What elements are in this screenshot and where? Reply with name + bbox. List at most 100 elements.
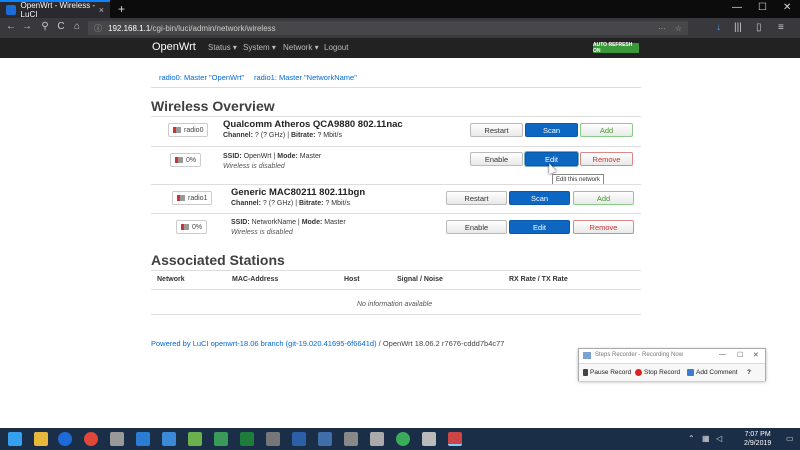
taskbar-clock[interactable]: 7:07 PM 2/9/2019 — [744, 430, 771, 448]
col-signal-noise: Signal / Noise — [397, 276, 443, 283]
radio-tabs: radio0: Master "OpenWrt" radio1: Master … — [151, 68, 641, 88]
app-icon[interactable] — [110, 432, 124, 446]
browser-tab[interactable]: OpenWrt - Wireless - LuCI × — [0, 0, 110, 18]
steps-toolbar: Pause Record Stop Record Add Comment ? — [579, 363, 765, 381]
tab-radio0[interactable]: radio0: Master "OpenWrt" — [159, 73, 244, 82]
col-network: Network — [157, 276, 185, 283]
radio0-remove-button[interactable]: Remove — [580, 152, 633, 166]
tray-volume-icon[interactable]: ◁ — [716, 434, 722, 443]
radio1-remove-button[interactable]: Remove — [573, 220, 634, 234]
notifications-icon[interactable]: ▭ — [786, 434, 794, 443]
app-icon[interactable] — [344, 432, 358, 446]
app-icon[interactable] — [396, 432, 410, 446]
app-icon[interactable] — [292, 432, 306, 446]
radio0-enable-button[interactable]: Enable — [470, 152, 523, 166]
radio0-badge-label: radio0 — [184, 127, 203, 134]
tray-chevron-icon[interactable]: ⌃ — [688, 434, 695, 443]
tray-network-icon[interactable]: ▦ — [702, 434, 710, 443]
openwrt-version: OpenWrt 18.06.2 r7676-cddd7b4c77 — [383, 339, 505, 348]
pause-icon — [583, 369, 588, 376]
menu-status[interactable]: Status ▾ — [208, 43, 237, 52]
terminal-icon[interactable] — [162, 432, 176, 446]
menu-network[interactable]: Network ▾ — [283, 43, 319, 52]
radio1-device-name: Generic MAC80211 802.11bgn — [231, 187, 365, 198]
wifi-signal-icon — [175, 157, 183, 163]
radio1-add-button[interactable]: Add — [573, 191, 634, 205]
app-icon[interactable] — [188, 432, 202, 446]
back-icon[interactable]: ← — [4, 21, 18, 32]
home-icon[interactable]: ⌂ — [70, 21, 84, 32]
radio1-badge-label: radio1 — [188, 195, 207, 202]
col-mac-address: MAC-Address — [232, 276, 278, 283]
url-bar[interactable]: ⓘ 192.168.1.1 /cgi-bin/luci/admin/networ… — [88, 21, 688, 35]
reload-icon[interactable]: C — [54, 21, 68, 32]
radio0-signal-badge: 0% — [170, 153, 201, 167]
steps-maximize-button[interactable]: ☐ — [737, 351, 743, 359]
radio1-scan-button[interactable]: Scan — [509, 191, 570, 205]
app-icon[interactable] — [214, 432, 228, 446]
file-explorer-icon[interactable] — [34, 432, 48, 446]
radio0-scan-button[interactable]: Scan — [525, 123, 578, 137]
excel-icon[interactable] — [240, 432, 254, 446]
help-icon[interactable]: ? — [747, 369, 751, 376]
visual-studio-icon[interactable] — [136, 432, 150, 446]
powershell-icon[interactable] — [318, 432, 332, 446]
radio1-signal-badge: 0% — [176, 220, 207, 234]
radio0-signal-value: 0% — [186, 157, 196, 164]
brand-logo[interactable]: OpenWrt — [152, 41, 196, 53]
tab-close-icon[interactable]: × — [99, 5, 104, 15]
radio0-add-button[interactable]: Add — [580, 123, 633, 137]
divider — [151, 116, 641, 117]
radio1-restart-button[interactable]: Restart — [446, 191, 507, 205]
new-tab-button[interactable]: + — [118, 2, 125, 16]
associated-stations-title: Associated Stations — [151, 252, 285, 268]
library-icon[interactable]: ||| — [734, 22, 742, 33]
col-rx-tx-rate: RX Rate / TX Rate — [509, 276, 568, 283]
window-close-button[interactable]: ✕ — [783, 2, 791, 13]
downloads-icon[interactable]: ↓ — [716, 22, 721, 33]
radio1-enable-button[interactable]: Enable — [446, 220, 507, 234]
radio0-restart-button[interactable]: Restart — [470, 123, 523, 137]
chrome-icon[interactable] — [84, 432, 98, 446]
luci-link[interactable]: Powered by LuCI openwrt-18.06 branch (gi… — [151, 339, 377, 348]
clock-date: 2/9/2019 — [744, 439, 771, 448]
clock-time: 7:07 PM — [744, 430, 771, 439]
menu-logout[interactable]: Logout — [324, 43, 348, 52]
window-minimize-button[interactable]: — — [732, 2, 742, 13]
app-icon[interactable] — [422, 432, 436, 446]
page-actions-icon[interactable]: ··· — [658, 24, 666, 33]
add-comment-button[interactable]: Add Comment — [687, 369, 738, 376]
pause-record-button[interactable]: Pause Record — [583, 369, 631, 376]
col-host: Host — [344, 276, 360, 283]
menu-system[interactable]: System ▾ — [243, 43, 276, 52]
steps-recorder-taskbar-icon[interactable] — [448, 432, 462, 446]
window-maximize-button[interactable]: ☐ — [758, 2, 767, 13]
wifi-signal-icon — [181, 224, 189, 230]
app-icon[interactable] — [266, 432, 280, 446]
radio1-edit-button[interactable]: Edit — [509, 220, 570, 234]
firefox-icon[interactable] — [58, 432, 72, 446]
stop-record-button[interactable]: Stop Record — [635, 369, 680, 376]
autorefresh-toggle[interactable]: AUTO REFRESH ON — [593, 43, 639, 53]
stop-record-label: Stop Record — [644, 369, 680, 376]
info-icon[interactable]: ⓘ — [94, 23, 102, 34]
radio0-network-status: Wireless is disabled — [223, 163, 285, 170]
sidebar-icon[interactable]: ▯ — [756, 22, 762, 33]
divider — [151, 270, 641, 271]
hamburger-menu-icon[interactable]: ≡ — [778, 22, 784, 33]
steps-minimize-button[interactable]: — — [719, 351, 726, 358]
tab-radio1[interactable]: radio1: Master "NetworkName" — [254, 73, 357, 82]
divider — [151, 314, 641, 315]
openwrt-favicon-icon — [6, 5, 16, 15]
divider — [151, 146, 641, 147]
windows-start-icon[interactable] — [8, 432, 22, 446]
wifi-signal-icon — [173, 127, 181, 133]
radio1-signal-value: 0% — [192, 224, 202, 231]
steps-recorder-title: Steps Recorder - Recording Now — [595, 352, 683, 358]
steps-close-button[interactable]: ✕ — [753, 351, 759, 359]
tools-icon[interactable]: ⚲ — [38, 21, 52, 32]
app-icon[interactable] — [370, 432, 384, 446]
bookmark-star-icon[interactable]: ☆ — [675, 24, 682, 33]
forward-icon[interactable]: → — [20, 21, 34, 32]
stop-icon — [635, 369, 642, 376]
